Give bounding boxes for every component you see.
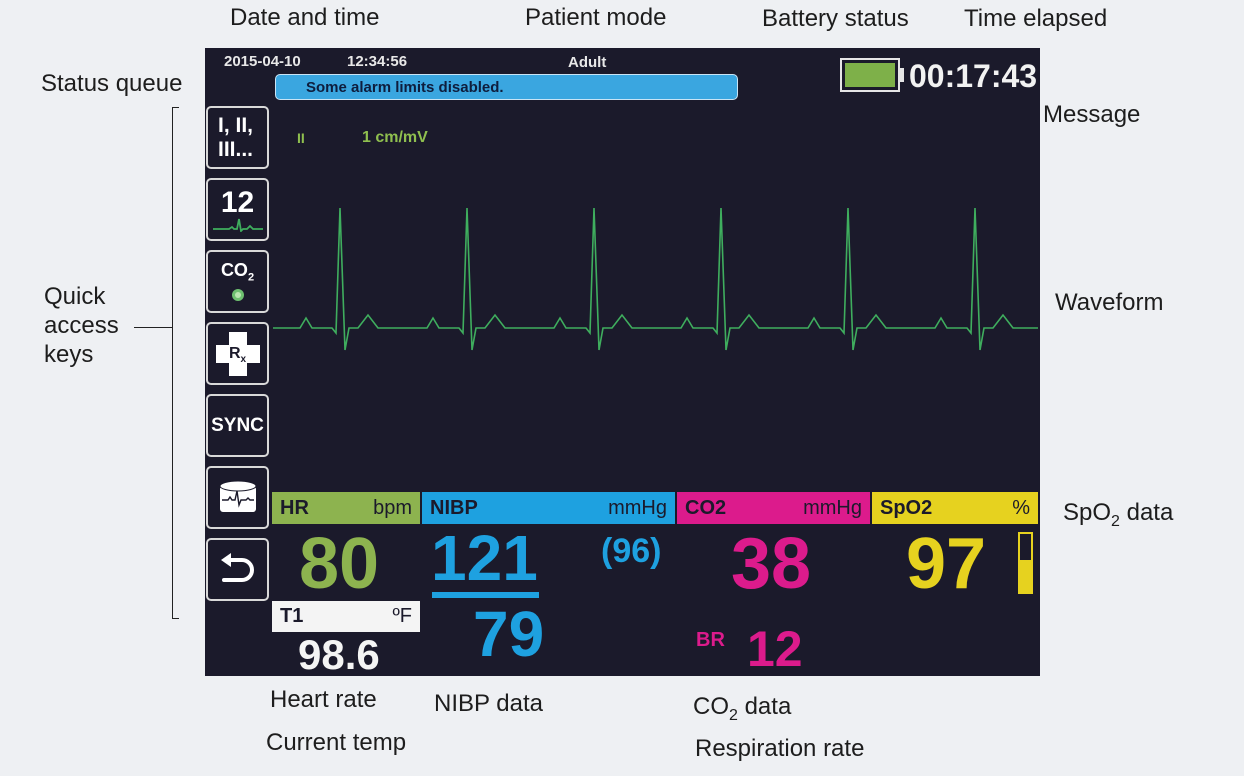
nibp-unit: mmHg [608,496,667,519]
callout-message: Message [1043,101,1141,128]
callout-co2-pre: CO [693,693,729,720]
print-strip-icon [219,480,256,512]
callout-spo2-data: SpO2 data [1063,499,1173,531]
nibp-mean-value: (96) [601,532,662,570]
spo2-bar-fill [1020,560,1031,592]
medication-button[interactable]: Rx [206,322,269,385]
co2-unit: mmHg [803,496,862,519]
co2-button[interactable]: CO2 [206,250,269,313]
br-value: 12 [747,621,803,676]
lead-select-button[interactable]: I, II, III... [206,106,269,169]
waveform-scale-label: 1 cm/mV [362,129,428,146]
medical-cross-icon: Rx [215,331,260,376]
spo2-header: SpO2 % [872,492,1038,524]
callout-spo2-pre: SpO [1063,499,1112,526]
ecg-mini-icon [212,218,263,232]
temp-label: T1 [280,605,304,627]
co2-label: CO2 [685,496,727,519]
callout-quick-line: Quick [44,283,106,310]
ecg-trace [273,207,1038,351]
lead-select-line1: I, II, [218,113,254,137]
co2-header: CO2 mmHg [677,492,870,524]
quick-keys-bracket-tick [134,327,172,328]
callout-quick-access-keys: Quick access keys [44,282,119,369]
hr-label: HR [280,496,309,519]
hr-header: HR bpm [272,492,420,524]
back-arrow-icon [220,552,254,582]
callout-co2-sub: 2 [729,706,738,724]
co2-status-dot-icon [231,289,244,302]
callout-date-time: Date and time [230,4,380,31]
callout-waveform: Waveform [1055,289,1164,316]
hr-value: 80 [299,524,380,604]
battery-cap [900,68,904,82]
time-display: 12:34:56 [347,53,408,70]
monitor-screen: 2015-04-10 12:34:56 Adult Some alarm lim… [205,48,1040,676]
br-label: BR [696,629,725,651]
callout-respiration-rate: Respiration rate [695,735,865,762]
waveform-lead-label: II [297,130,305,146]
twelve-lead-label: 12 [220,185,255,219]
callout-quick-line: access [44,312,119,339]
time-elapsed: 00:17:43 [909,58,1038,94]
date-display: 2015-04-10 [224,53,301,70]
temp-header: T1 ºF [272,601,420,632]
spo2-value: 97 [906,524,987,604]
callout-battery-status: Battery status [762,5,909,32]
nibp-header: NIBP mmHg [422,492,675,524]
callout-co2-post: data [737,693,792,720]
print-strip-button[interactable] [206,466,269,529]
patient-mode: Adult [568,54,607,71]
temp-unit: ºF [392,605,412,627]
spo2-bar-gauge [1018,532,1033,594]
callout-status-queue: Status queue [41,70,183,97]
battery-icon [840,58,900,92]
callout-patient-mode: Patient mode [525,4,667,31]
co2-button-label: CO2 [221,260,254,284]
callout-spo2-post: data [1119,499,1174,526]
co2-button-sub: 2 [247,271,255,284]
rx-text: R [228,344,241,362]
callout-current-temp: Current temp [266,729,407,756]
callout-time-elapsed: Time elapsed [964,5,1108,32]
quick-keys-bracket [172,107,179,619]
temp-value: 98.6 [298,631,380,676]
hr-unit: bpm [373,496,412,519]
callout-heart-rate: Heart rate [270,686,377,713]
callout-nibp-data: NIBP data [434,690,543,717]
nibp-systolic-value: 121 [431,522,538,594]
callout-quick-line: keys [44,341,94,368]
spo2-label: SpO2 [880,496,933,519]
status-message-bar[interactable]: Some alarm limits disabled. [275,74,738,100]
battery-fill [845,63,895,87]
spo2-unit: % [1012,496,1030,519]
co2-value: 38 [731,524,812,604]
back-button[interactable] [206,538,269,601]
twelve-lead-button[interactable]: 12 [206,178,269,241]
callout-co2-data: CO2 data [693,693,791,725]
callout-spo2-sub: 2 [1111,512,1120,530]
lead-select-line2: III... [218,137,254,161]
sync-button[interactable]: SYNC [206,394,269,457]
ecg-waveform [273,207,1038,351]
co2-button-text: CO [220,259,248,280]
rx-label: Rx [228,344,247,365]
rx-sub: x [240,353,247,365]
nibp-diastolic-value: 79 [473,598,545,670]
nibp-label: NIBP [430,496,478,519]
